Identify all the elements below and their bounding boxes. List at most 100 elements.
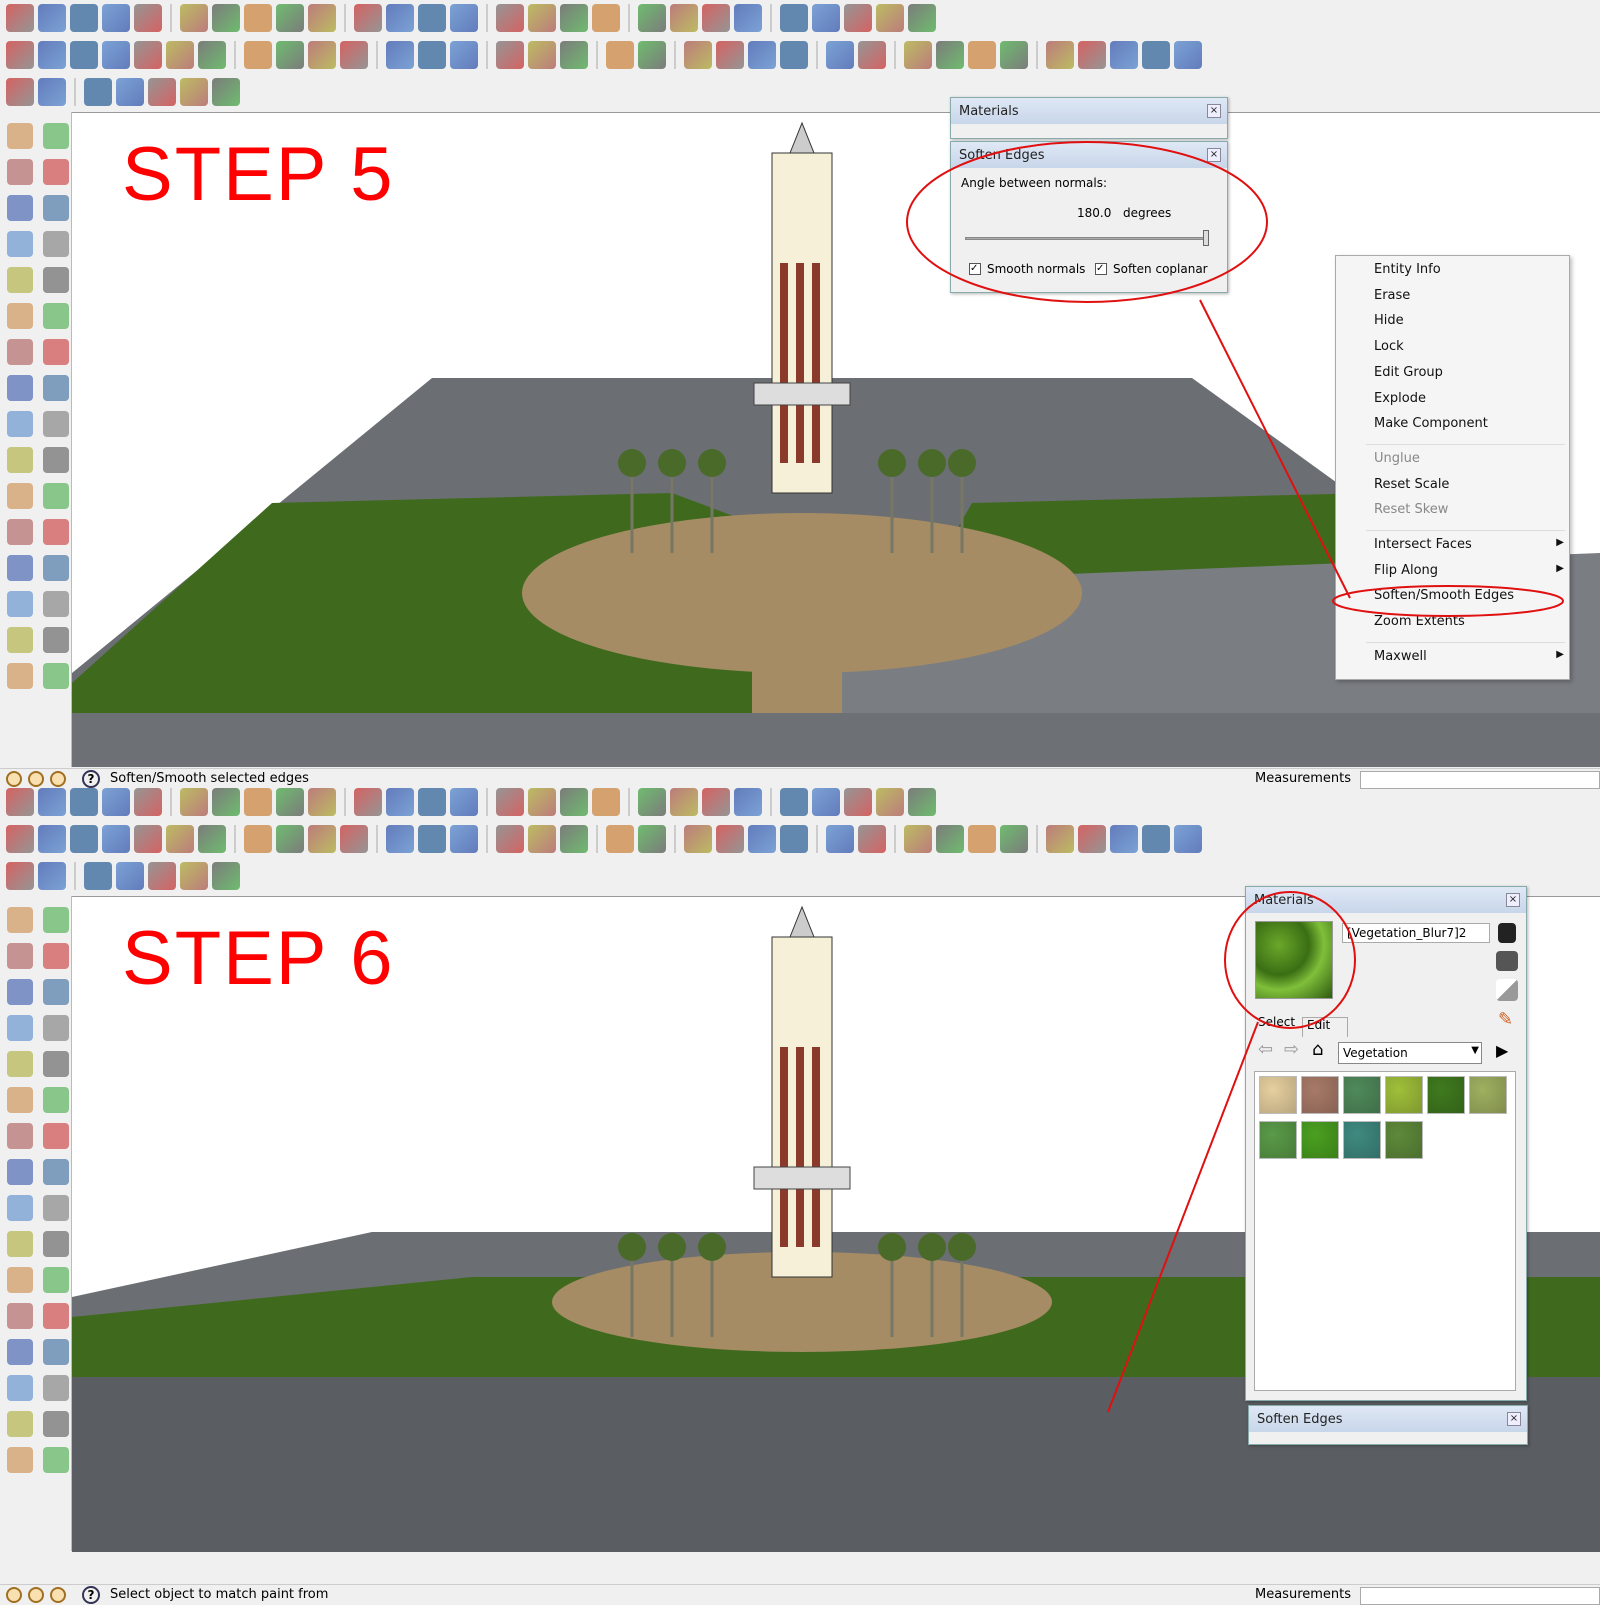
tool-button-icon[interactable] <box>43 591 69 617</box>
tool-button-icon[interactable] <box>386 788 414 816</box>
tool-button-icon[interactable] <box>276 825 304 853</box>
tool-button-icon[interactable] <box>748 41 776 69</box>
tool-button-icon[interactable] <box>6 4 34 32</box>
tool-button-icon[interactable] <box>670 788 698 816</box>
tool-button-icon[interactable] <box>43 303 69 329</box>
tool-button-icon[interactable] <box>43 1231 69 1257</box>
tool-button-icon[interactable] <box>7 1447 33 1473</box>
tool-button-icon[interactable] <box>43 979 69 1005</box>
tool-button-icon[interactable] <box>43 375 69 401</box>
tool-button-icon[interactable] <box>592 4 620 32</box>
tool-button-icon[interactable] <box>844 788 872 816</box>
tool-button-icon[interactable] <box>212 788 240 816</box>
menu-item-zoom-extents[interactable]: Zoom Extents <box>1374 614 1564 629</box>
tool-button-icon[interactable] <box>212 4 240 32</box>
tool-button-icon[interactable] <box>6 788 34 816</box>
measurements-input[interactable] <box>1360 1587 1600 1605</box>
tool-button-icon[interactable] <box>450 41 478 69</box>
tool-button-icon[interactable] <box>7 1159 33 1185</box>
tool-button-icon[interactable] <box>684 825 712 853</box>
material-swatch[interactable] <box>1343 1121 1381 1159</box>
tool-button-icon[interactable] <box>7 907 33 933</box>
material-swatch[interactable] <box>1259 1121 1297 1159</box>
tool-button-icon[interactable] <box>702 4 730 32</box>
tool-button-icon[interactable] <box>7 943 33 969</box>
tool-button-icon[interactable] <box>43 1303 69 1329</box>
tool-button-icon[interactable] <box>43 1195 69 1221</box>
tool-button-icon[interactable] <box>43 1123 69 1149</box>
tool-button-icon[interactable] <box>1046 41 1074 69</box>
tool-button-icon[interactable] <box>198 41 226 69</box>
tool-button-icon[interactable] <box>7 1015 33 1041</box>
tool-button-icon[interactable] <box>716 825 744 853</box>
tool-button-icon[interactable] <box>43 907 69 933</box>
menu-item-intersect-faces[interactable]: Intersect Faces ▶ <box>1374 537 1564 552</box>
menu-item-flip-along[interactable]: Flip Along ▶ <box>1374 563 1564 578</box>
tool-button-icon[interactable] <box>43 627 69 653</box>
create-material-icon[interactable] <box>1498 923 1516 943</box>
tool-button-icon[interactable] <box>1174 41 1202 69</box>
home-icon[interactable]: ⌂ <box>1312 1039 1323 1060</box>
tool-button-icon[interactable] <box>276 788 304 816</box>
tool-button-icon[interactable] <box>560 4 588 32</box>
tool-button-icon[interactable] <box>908 788 936 816</box>
tool-button-icon[interactable] <box>7 519 33 545</box>
tool-button-icon[interactable] <box>7 267 33 293</box>
tool-button-icon[interactable] <box>7 447 33 473</box>
tool-button-icon[interactable] <box>606 41 634 69</box>
tool-button-icon[interactable] <box>7 1375 33 1401</box>
tool-button-icon[interactable] <box>450 825 478 853</box>
tool-button-icon[interactable] <box>638 788 666 816</box>
tool-button-icon[interactable] <box>7 375 33 401</box>
tool-button-icon[interactable] <box>876 788 904 816</box>
material-swatch[interactable] <box>1385 1121 1423 1159</box>
tool-button-icon[interactable] <box>7 1411 33 1437</box>
material-swatch[interactable] <box>1301 1121 1339 1159</box>
tool-button-icon[interactable] <box>812 4 840 32</box>
tool-button-icon[interactable] <box>148 862 176 890</box>
tool-button-icon[interactable] <box>844 4 872 32</box>
tool-button-icon[interactable] <box>936 825 964 853</box>
menu-item-lock[interactable]: Lock <box>1374 339 1564 354</box>
menu-item-reset-scale[interactable]: Reset Scale <box>1374 477 1564 492</box>
tool-button-icon[interactable] <box>70 41 98 69</box>
tool-button-icon[interactable] <box>116 78 144 106</box>
tool-button-icon[interactable] <box>670 4 698 32</box>
tool-button-icon[interactable] <box>102 825 130 853</box>
tool-button-icon[interactable] <box>496 825 524 853</box>
tool-button-icon[interactable] <box>7 1303 33 1329</box>
tab-edit[interactable]: Edit <box>1302 1017 1348 1037</box>
tool-button-icon[interactable] <box>748 825 776 853</box>
tool-button-icon[interactable] <box>7 231 33 257</box>
close-icon[interactable]: × <box>1507 1412 1521 1426</box>
tool-button-icon[interactable] <box>43 159 69 185</box>
tool-button-icon[interactable] <box>7 411 33 437</box>
tool-button-icon[interactable] <box>528 825 556 853</box>
tool-button-icon[interactable] <box>354 4 382 32</box>
tool-button-icon[interactable] <box>780 788 808 816</box>
material-swatch[interactable] <box>1427 1076 1465 1114</box>
tool-button-icon[interactable] <box>1000 41 1028 69</box>
tool-button-icon[interactable] <box>904 41 932 69</box>
tool-button-icon[interactable] <box>340 41 368 69</box>
menu-item-make-component[interactable]: Make Component <box>1374 416 1564 431</box>
tool-button-icon[interactable] <box>244 4 272 32</box>
tool-button-icon[interactable] <box>212 862 240 890</box>
tool-button-icon[interactable] <box>180 78 208 106</box>
tool-button-icon[interactable] <box>102 4 130 32</box>
material-swatch[interactable] <box>1343 1076 1381 1114</box>
tool-button-icon[interactable] <box>6 862 34 890</box>
tool-button-icon[interactable] <box>904 825 932 853</box>
tool-button-icon[interactable] <box>734 788 762 816</box>
tool-button-icon[interactable] <box>148 78 176 106</box>
tool-button-icon[interactable] <box>7 1051 33 1077</box>
tool-button-icon[interactable] <box>826 825 854 853</box>
tool-button-icon[interactable] <box>7 627 33 653</box>
tool-button-icon[interactable] <box>1046 825 1074 853</box>
tool-button-icon[interactable] <box>43 1159 69 1185</box>
tool-button-icon[interactable] <box>43 1447 69 1473</box>
tool-button-icon[interactable] <box>7 1339 33 1365</box>
tool-button-icon[interactable] <box>908 4 936 32</box>
tool-button-icon[interactable] <box>496 41 524 69</box>
tool-button-icon[interactable] <box>418 4 446 32</box>
